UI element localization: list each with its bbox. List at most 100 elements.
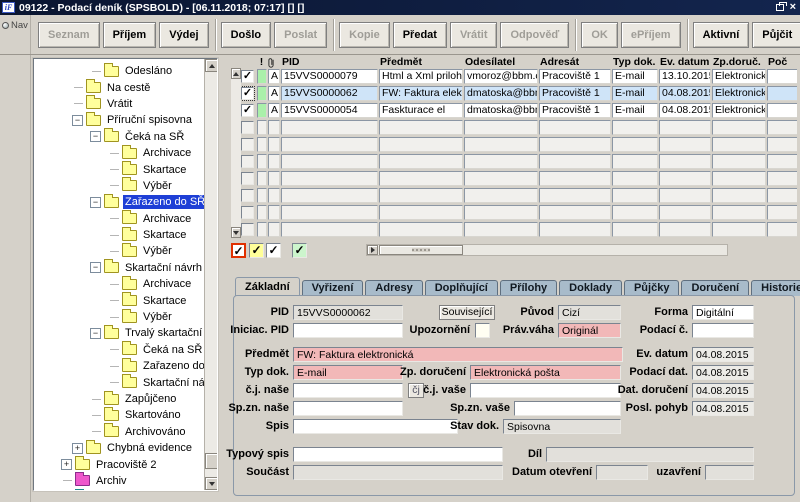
tab-vy-izen[interactable]: Vyřizení [301,280,364,296]
last-move-field[interactable] [692,401,754,416]
tree-item-archivace[interactable]: Archivace [34,275,217,292]
scroll-up-icon[interactable] [231,68,241,79]
tree-item-skarta-n-n-vrh[interactable]: − Skartační návrh [34,259,217,276]
tree-item-archivace[interactable]: Archivace [34,144,217,161]
delivery-method-field[interactable] [470,365,621,380]
tree-item-skartace[interactable]: Skartace [34,226,217,243]
table-row-empty[interactable] [231,204,797,221]
row-checkbox[interactable] [241,189,254,202]
table-row[interactable]: ✓ A 15VVS0000079 Html a Xml prilohy vmoroz@b… [231,68,797,85]
collapse-icon[interactable]: − [72,114,83,126]
tree-item-zap-j-eno[interactable]: Zapůjčeno [34,390,217,407]
expand-icon[interactable]: + [61,459,72,471]
row-checkbox[interactable]: ✓ [240,86,255,101]
your-ref-field[interactable] [470,383,621,398]
toolbar-button-do-lo[interactable]: Došlo [220,21,272,48]
row-checkbox[interactable] [241,206,254,219]
table-row-empty[interactable] [231,136,797,153]
tree-item-archivace[interactable]: Archivace [34,210,217,227]
initial-pid-field[interactable] [293,323,403,338]
row-checkbox[interactable] [241,172,254,185]
toolbar-button-p-jem[interactable]: Příjem [102,21,157,48]
tab-p-j-ky[interactable]: Půjčky [623,280,680,296]
tab-historie[interactable]: Historie [751,280,800,296]
hscroll-thumb[interactable] [379,245,463,255]
tree-item-p-ru-n-spisovna[interactable]: − Příruční spisovna [34,111,217,128]
close-window-icon[interactable]: × [790,2,796,13]
volume-field[interactable] [546,447,754,462]
table-row[interactable]: ✓ A15VVS0000062FW: Faktura elektronickádm… [231,85,797,102]
table-vscrollbar[interactable] [231,68,241,238]
origin-field[interactable] [558,305,621,320]
tree-item-chybn-evidence[interactable]: + Chybná evidence [34,439,217,456]
row-checkbox[interactable] [241,121,254,134]
table-row-empty[interactable] [231,153,797,170]
tree-item-archiv[interactable]: Archiv [34,472,217,489]
tree-item-skartov-no[interactable]: Skartováno [34,406,217,423]
table-row-empty[interactable] [231,221,797,238]
table-row-empty[interactable] [231,170,797,187]
collapse-icon[interactable]: − [90,262,101,274]
tab-dopl-uj-c-d[interactable]: Doplňující úd. [424,280,498,309]
tree-item-odesl-no[interactable]: Odesláno [34,62,217,79]
scroll-up-icon[interactable] [205,59,217,72]
filing-date-field[interactable] [692,365,754,380]
open-date-field[interactable] [596,465,648,480]
row-checkbox[interactable]: ✓ [241,104,254,117]
legal-weight-field[interactable] [558,323,621,338]
table-hscrollbar[interactable] [366,244,728,256]
row-checkbox[interactable]: ✓ [241,70,254,83]
filter-checkbox-yellow[interactable]: ✓ [249,243,264,258]
tab-doru-en[interactable]: Doručení [681,280,750,296]
toolbar-button-p-edat[interactable]: Předat [392,21,447,48]
your-file-ref-field[interactable] [514,401,621,416]
tree-item-ek-na-s[interactable]: Čeká na SŘ [34,341,217,358]
scroll-down-icon[interactable] [231,227,241,238]
tree-item-ek-na-s[interactable]: − Čeká na SŘ [34,128,217,145]
tree-scrollbar[interactable] [204,59,217,490]
tree-item-trval-skarta-n-souhlas[interactable]: −Trvalý skartační souhlas [34,324,217,341]
tree-item-archivov-no[interactable]: Archivováno [34,423,217,440]
row-checkbox[interactable] [241,155,254,168]
tree-item-vr-tit[interactable]: Vrátit [34,95,217,112]
table-row-empty[interactable] [231,187,797,204]
scroll-down-icon[interactable] [205,477,217,490]
tree-item-skartace[interactable]: Skartace [34,161,217,177]
filter-checkbox-red[interactable]: ✓ [231,243,246,258]
tree-item-na-cest[interactable]: Na cestě [34,79,217,95]
tree-item-v-b-r[interactable]: Výběr [34,242,217,259]
tree-item-v-b-r[interactable]: Výběr [34,308,217,325]
tree-item-pracovi-t-2[interactable]: + Pracoviště 2 [34,456,217,472]
tree-item-item[interactable] [34,488,217,490]
our-file-ref-field[interactable] [293,401,403,416]
doc-state-field[interactable] [503,419,621,434]
toolbar-button-aktivn[interactable]: Aktivní [692,21,750,48]
close-date-field[interactable] [705,465,754,480]
type-file-field[interactable] [293,447,503,462]
filter-checkbox-green[interactable]: ✓ [292,243,307,258]
collapse-icon[interactable]: − [90,327,101,339]
row-checkbox[interactable] [241,138,254,151]
tab-z-kladn-d[interactable]: Základní úd. [235,277,300,311]
toolbar-button-p-j-it[interactable]: Půjčit [752,21,800,48]
subject-field[interactable] [293,347,623,362]
tab-adresy[interactable]: Adresy [365,280,423,296]
tree-item-v-b-r[interactable]: Výběr [34,177,217,194]
form-field[interactable] [692,305,754,320]
pid-field[interactable] [293,305,403,320]
table-row[interactable]: ✓ A15VVS0000054Faskturace eldmatoska@bbm.… [231,102,797,119]
collapse-icon[interactable]: − [90,196,101,208]
filing-no-field[interactable] [692,323,754,338]
toolbar-button-v-dej[interactable]: Výdej [159,21,209,48]
tree-scroll-thumb[interactable] [205,453,217,469]
component-field[interactable] [293,465,503,480]
filter-checkbox-white[interactable]: ✓ [266,243,281,258]
tab-p-lohy[interactable]: Přílohy [499,280,558,296]
row-checkbox[interactable] [241,223,254,236]
collapse-icon[interactable]: − [90,131,101,143]
tree-item-skartace[interactable]: Skartace [34,292,217,308]
tab-doklady[interactable]: Doklady [559,280,622,296]
tree-item-za-azeno-do-s[interactable]: Zařazeno do SŘ [34,357,217,374]
ev-date-field[interactable] [692,347,754,362]
delivered-date-field[interactable] [692,383,754,398]
